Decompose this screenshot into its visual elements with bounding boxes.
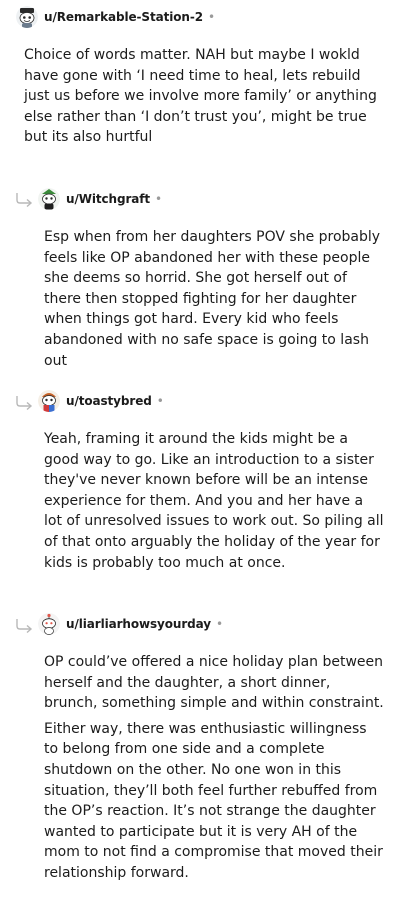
snoo-avatar-icon[interactable]: [38, 188, 60, 210]
snoo-avatar-icon[interactable]: [38, 390, 60, 412]
reply-arrow-icon: [16, 619, 33, 634]
snoo-avatar-icon[interactable]: [16, 6, 38, 28]
comment-paragraph: Choice of words matter. NAH but maybe I …: [24, 47, 377, 146]
separator-dot: •: [155, 192, 163, 206]
comment-paragraph: Yeah, framing it around the kids might b…: [44, 431, 384, 571]
comment-header: u/Remarkable-Station-2 •: [16, 5, 215, 29]
username-link[interactable]: u/toastybred: [66, 394, 152, 408]
separator-dot: •: [207, 10, 216, 24]
separator-dot: •: [156, 394, 164, 408]
comment-paragraph: Either way, there was enthusiastic willi…: [44, 720, 383, 881]
comment-body: Yeah, framing it around the kids might b…: [44, 429, 384, 573]
reply-arrow-icon: [16, 396, 33, 411]
comment-body: Choice of words matter. NAH but maybe I …: [24, 45, 384, 148]
username-link[interactable]: u/Remarkable-Station-2: [44, 10, 203, 24]
comment-header: u/liarliarhowsyourday •: [38, 612, 223, 636]
comment-body: OP could’ve offered a nice holiday plan …: [44, 652, 384, 884]
separator-dot: •: [216, 617, 224, 631]
comment-paragraph: OP could’ve offered a nice holiday plan …: [44, 654, 384, 712]
comment-body: Esp when from her daughters POV she prob…: [44, 227, 384, 371]
username-link[interactable]: u/Witchgraft: [66, 192, 150, 206]
reply-arrow-icon: [16, 193, 33, 208]
snoo-avatar-icon[interactable]: [38, 613, 60, 635]
comment-header: u/toastybred •: [38, 389, 164, 413]
comment-paragraph: Esp when from her daughters POV she prob…: [44, 229, 381, 369]
username-link[interactable]: u/liarliarhowsyourday: [66, 617, 211, 631]
comment-header: u/Witchgraft •: [38, 187, 162, 211]
